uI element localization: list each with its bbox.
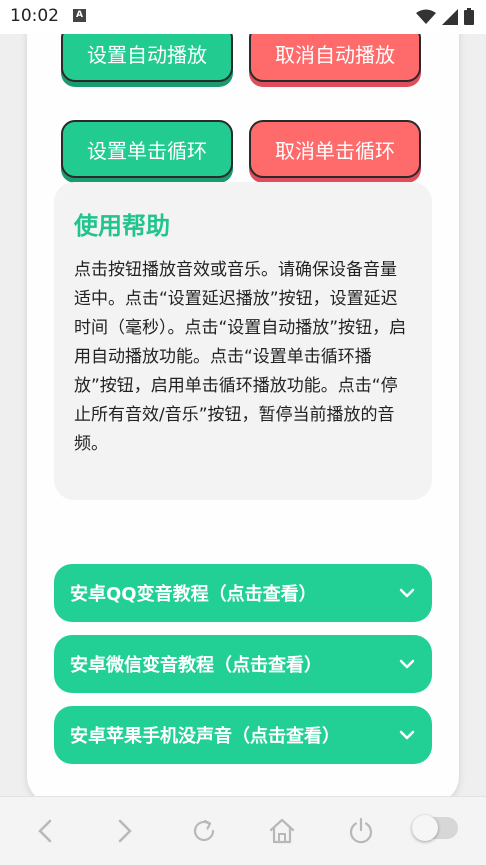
status-bar: 10:02 A	[0, 0, 486, 34]
forward-icon[interactable]	[108, 815, 140, 847]
main-card: 设置自动播放 取消自动播放 设置单击循环 取消单击循环 使用帮助 点击按钮播放音…	[27, 34, 459, 796]
help-title: 使用帮助	[74, 212, 170, 240]
accordion-label: 安卓QQ变音教程（点击查看）	[70, 584, 317, 605]
cancel-single-loop-button[interactable]: 取消单击循环	[249, 120, 421, 178]
toggle-switch[interactable]	[412, 815, 458, 841]
accordion-label: 安卓微信变音教程（点击查看）	[70, 655, 322, 676]
signal-icon	[442, 8, 458, 25]
refresh-icon[interactable]	[188, 815, 220, 847]
power-icon[interactable]	[345, 815, 377, 847]
toggle-knob	[412, 815, 438, 841]
back-icon[interactable]	[30, 815, 62, 847]
set-single-loop-button[interactable]: 设置单击循环	[61, 120, 233, 178]
chevron-down-icon	[399, 659, 415, 669]
help-panel: 使用帮助 点击按钮播放音效或音乐。请确保设备音量适中。点击“设置延迟播放”按钮，…	[54, 182, 432, 500]
battery-icon	[464, 8, 474, 25]
cancel-autoplay-button[interactable]: 取消自动播放	[249, 34, 421, 82]
chevron-down-icon	[399, 730, 415, 740]
status-time: 10:02	[10, 6, 59, 26]
system-icons	[416, 8, 474, 25]
content-scroll-area[interactable]: 设置自动播放 取消自动播放 设置单击循环 取消单击循环 使用帮助 点击按钮播放音…	[0, 34, 486, 796]
accordion-label: 安卓苹果手机没声音（点击查看）	[70, 726, 340, 747]
accordion-no-sound[interactable]: 安卓苹果手机没声音（点击查看）	[54, 706, 432, 764]
home-icon[interactable]	[266, 815, 298, 847]
help-body: 点击按钮播放音效或音乐。请确保设备音量适中。点击“设置延迟播放”按钮，设置延迟时…	[74, 260, 407, 454]
wifi-icon	[416, 9, 436, 24]
chevron-down-icon	[399, 588, 415, 598]
notification-icon: A	[73, 9, 86, 22]
accordion-wechat-tutorial[interactable]: 安卓微信变音教程（点击查看）	[54, 635, 432, 693]
accordion-qq-tutorial[interactable]: 安卓QQ变音教程（点击查看）	[54, 564, 432, 622]
set-autoplay-button[interactable]: 设置自动播放	[61, 34, 233, 82]
browser-navbar	[0, 796, 486, 865]
